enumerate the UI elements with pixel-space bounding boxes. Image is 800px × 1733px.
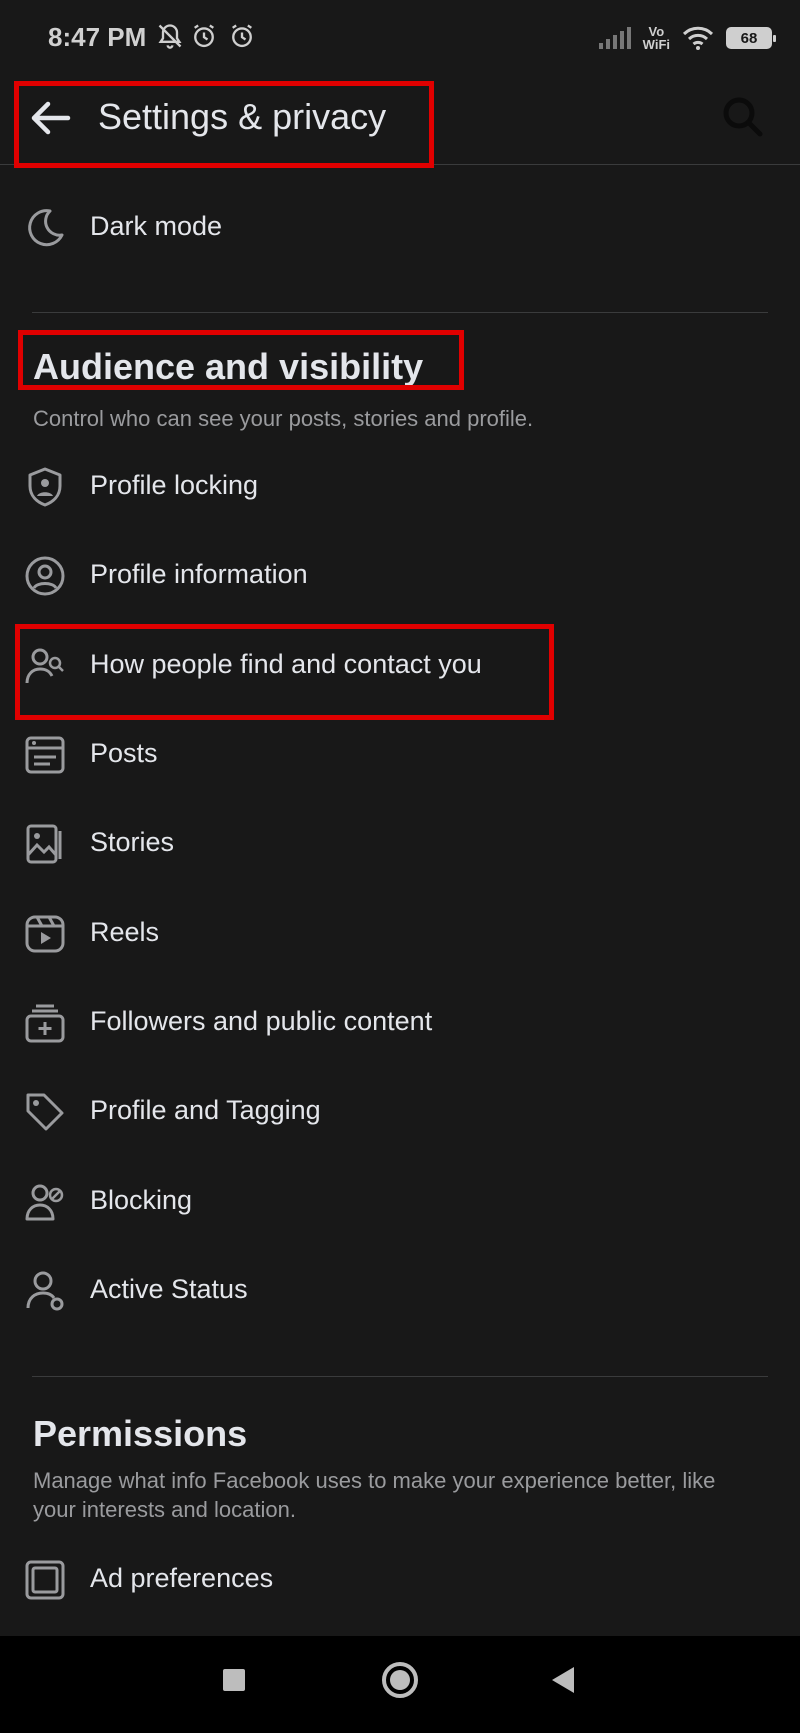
posts-icon — [25, 736, 65, 774]
ad-preferences-icon — [25, 1560, 65, 1600]
active-status-label: Active Status — [90, 1274, 248, 1304]
how-people-find-label: How people find and contact you — [90, 649, 482, 679]
stories-label: Stories — [90, 827, 175, 857]
profile-tagging-label: Profile and Tagging — [90, 1095, 321, 1125]
followers-public-content-item[interactable]: Followers and public content — [0, 978, 800, 1066]
profile-information-item[interactable]: Profile information — [0, 531, 800, 619]
divider — [32, 1376, 768, 1377]
section-description-permissions: Manage what info Facebook uses to make y… — [33, 1468, 716, 1522]
wifi-icon — [682, 26, 714, 50]
blocking-icon — [25, 1184, 64, 1221]
app-header: Settings & privacy — [0, 76, 800, 165]
battery-icon: 68 — [726, 27, 776, 49]
alarm-icon — [232, 24, 252, 48]
profile-tagging-item[interactable]: Profile and Tagging — [0, 1067, 800, 1155]
recent-apps-button[interactable] — [220, 1666, 248, 1694]
status-time: 8:47 PM — [48, 22, 147, 52]
signal-icon — [598, 27, 631, 49]
blocking-item[interactable]: Blocking — [0, 1157, 800, 1245]
posts-label: Posts — [90, 738, 158, 768]
ad-preferences-item[interactable]: Ad preferences — [0, 1535, 800, 1623]
profile-information-label: Profile information — [90, 559, 308, 589]
moon-icon — [28, 209, 64, 247]
followers-public-content-label: Followers and public content — [90, 1006, 433, 1036]
muted-bell-icon — [158, 24, 182, 49]
posts-item[interactable]: Posts — [0, 710, 800, 798]
shield-person-icon — [28, 467, 62, 507]
android-navigation-bar — [0, 1636, 800, 1733]
divider — [32, 312, 768, 313]
vowifi-label: Vo WiFi — [642, 24, 670, 52]
followers-icon — [25, 1004, 65, 1043]
person-search-icon — [25, 648, 64, 684]
status-bar: 8:47 PM Vo WiFi 68 — [0, 0, 800, 76]
battery-level: 68 — [740, 29, 758, 47]
section-title-permissions: Permissions — [33, 1413, 248, 1454]
home-button[interactable] — [380, 1660, 420, 1700]
profile-locking-item[interactable]: Profile locking — [0, 442, 800, 530]
section-description-audience: Control who can see your posts, stories … — [33, 406, 534, 431]
tag-icon — [26, 1093, 64, 1131]
profile-locking-label: Profile locking — [90, 470, 259, 500]
person-circle-icon — [25, 556, 65, 596]
ad-preferences-label: Ad preferences — [90, 1563, 274, 1593]
stories-icon — [26, 824, 62, 864]
how-people-find-item[interactable]: How people find and contact you — [0, 621, 800, 709]
back-arrow-icon[interactable] — [26, 94, 74, 142]
dark-mode-item[interactable]: Dark mode — [0, 183, 800, 271]
reels-item[interactable]: Reels — [0, 889, 800, 977]
stories-item[interactable]: Stories — [0, 799, 800, 887]
alarm-icon — [194, 24, 214, 48]
reels-icon — [25, 915, 65, 953]
active-status-icon — [26, 1271, 64, 1311]
reels-label: Reels — [90, 917, 160, 947]
active-status-item[interactable]: Active Status — [0, 1246, 800, 1334]
page-title: Settings & privacy — [98, 96, 387, 137]
back-nav-button[interactable] — [548, 1664, 578, 1696]
section-title-audience: Audience and visibility — [33, 346, 424, 387]
dark-mode-label: Dark mode — [90, 211, 223, 241]
search-icon[interactable] — [718, 92, 768, 142]
blocking-label: Blocking — [90, 1185, 193, 1215]
